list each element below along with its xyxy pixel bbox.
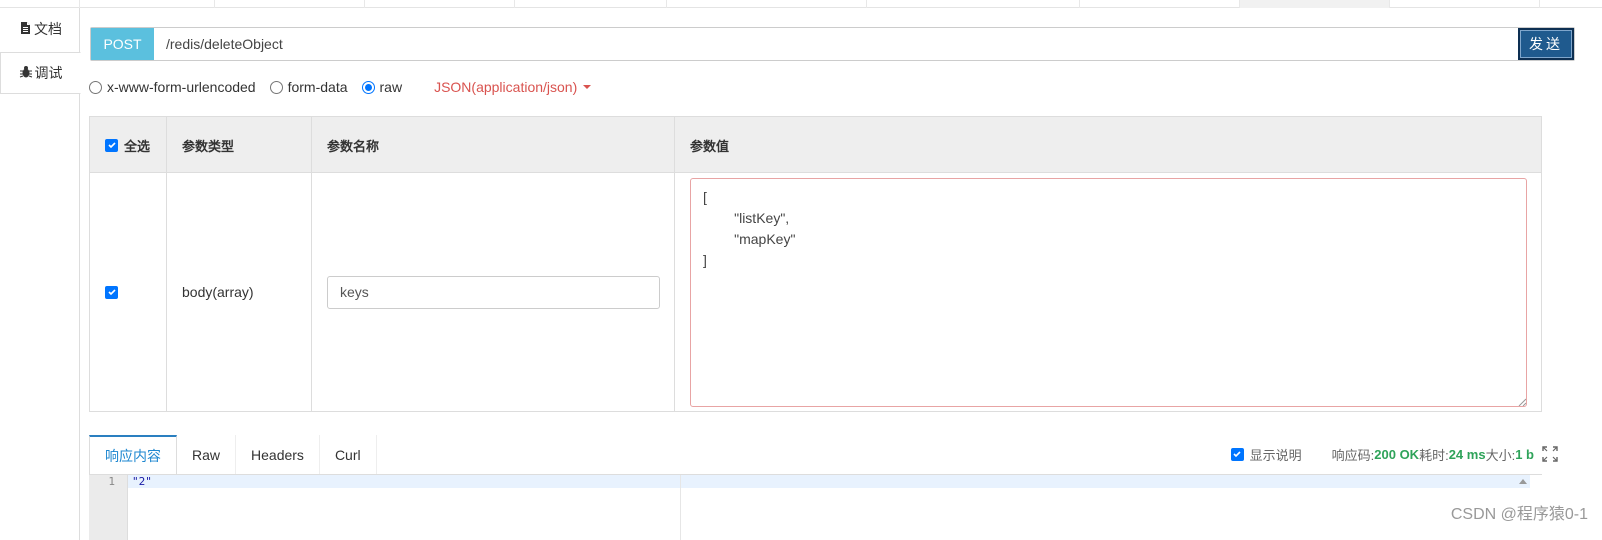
row-param-name-cell: keys — [327, 173, 660, 411]
top-tab[interactable] — [667, 0, 867, 8]
sidebar-tab-label: 文档 — [34, 21, 62, 37]
radio-button[interactable] — [89, 80, 102, 94]
response-tabs: 响应内容 Raw Headers Curl — [89, 435, 377, 475]
response-editor[interactable]: 1 "2" — [89, 475, 1530, 540]
radio-label: form-data — [287, 79, 348, 95]
row-checkbox-cell — [105, 173, 118, 411]
response-body: "2" — [132, 475, 152, 488]
sidebar-tab-label: 调试 — [34, 65, 63, 81]
radio-x-www-form-urlencoded[interactable]: x-www-form-urlencoded — [89, 79, 256, 95]
send-button[interactable]: 发送 — [1518, 28, 1574, 60]
fullscreen-icon[interactable] — [1542, 446, 1558, 462]
top-tab-strip — [0, 0, 1602, 8]
select-all-checkbox[interactable] — [105, 138, 118, 152]
bug-icon — [19, 65, 33, 82]
radio-button-selected[interactable] — [361, 80, 375, 94]
tab-headers[interactable]: Headers — [236, 435, 320, 475]
row-checkbox[interactable] — [105, 285, 118, 299]
raw-type-label: JSON(application/json) — [434, 79, 578, 95]
select-all-header[interactable]: 全选 — [105, 117, 150, 173]
param-name-input[interactable]: keys — [327, 275, 660, 309]
radio-label: x-www-form-urlencoded — [107, 79, 256, 95]
params-table: 全选 参数类型 参数名称 参数值 body(array) keys [ "lis… — [89, 116, 1542, 412]
show-description-label: 显示说明 — [1249, 447, 1302, 463]
url-input[interactable] — [154, 28, 1518, 60]
scroll-up-icon[interactable] — [1519, 479, 1527, 484]
sidebar-tab-document[interactable]: 文档 — [0, 8, 80, 50]
editor-gutter: 1 — [89, 475, 128, 540]
radio-button[interactable] — [269, 80, 283, 94]
request-url-bar: POST 发送 — [90, 27, 1575, 61]
tab-curl[interactable]: Curl — [320, 435, 377, 475]
raw-type-dropdown[interactable]: JSON(application/json) — [434, 79, 592, 95]
show-description-toggle[interactable]: 显示说明 — [1230, 445, 1302, 464]
top-tab[interactable] — [215, 0, 365, 8]
tab-raw[interactable]: Raw — [177, 435, 237, 475]
watermark: CSDN @程序猿0-1 — [1450, 506, 1588, 523]
resize-grip-icon[interactable] — [1518, 398, 1526, 406]
top-tab[interactable] — [867, 0, 1080, 8]
size-value: 1 b — [1515, 446, 1534, 462]
http-method-badge: POST — [91, 28, 154, 60]
param-value-textarea[interactable]: [ "listKey", "mapKey" ] — [690, 178, 1527, 407]
line-number: 1 — [108, 475, 115, 488]
print-margin — [680, 475, 681, 540]
active-line-highlight — [128, 475, 1530, 488]
select-all-label: 全选 — [124, 138, 151, 154]
top-tab[interactable] — [1390, 0, 1540, 8]
top-tab[interactable] — [80, 0, 215, 8]
status-value: 200 OK — [1374, 446, 1420, 462]
top-tab[interactable] — [365, 0, 515, 8]
sidebar-tab-debug[interactable]: 调试 — [0, 52, 81, 94]
document-icon — [18, 21, 32, 38]
top-tab[interactable] — [1080, 0, 1240, 8]
header-param-value: 参数值 — [690, 138, 730, 154]
status-label: 响应码: — [1331, 447, 1375, 463]
show-description-checkbox[interactable] — [1230, 447, 1244, 461]
row-param-type: body(array) — [182, 284, 254, 300]
radio-raw[interactable]: raw — [361, 79, 403, 95]
top-tab-active[interactable] — [1240, 0, 1390, 8]
size-label: 大小: — [1485, 447, 1516, 463]
left-sidebar: 文档 调试 — [0, 8, 81, 540]
time-label: 耗时: — [1419, 447, 1449, 463]
time-value: 24 ms — [1448, 446, 1486, 462]
response-status-bar: 显示说明 响应码: 200 OK 耗时: 24 ms 大小: 1 b — [1230, 443, 1558, 465]
header-param-type: 参数类型 — [182, 138, 235, 154]
api-debug-page: 文档 调试 POST 发送 x-www-form-urlencoded form… — [0, 0, 1602, 540]
content-type-options: x-www-form-urlencoded form-data raw JSON… — [89, 77, 592, 97]
top-tab[interactable] — [515, 0, 667, 8]
radio-label: raw — [379, 79, 403, 95]
radio-form-data[interactable]: form-data — [269, 79, 348, 95]
caret-down-icon — [583, 85, 592, 89]
tab-response-content[interactable]: 响应内容 — [89, 435, 177, 475]
header-param-name: 参数名称 — [327, 138, 380, 154]
top-tab[interactable] — [0, 0, 80, 8]
